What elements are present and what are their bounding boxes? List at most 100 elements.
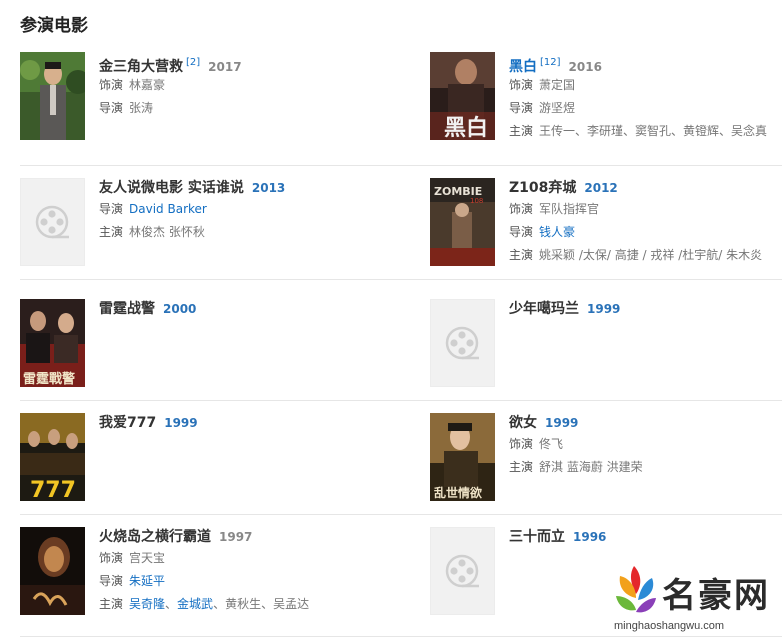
poster-text: 乱世情欲 [434, 485, 482, 500]
movie-item: 金三角大营救 [2] 2017 饰演 林嘉豪 导演 张涛 [20, 52, 380, 165]
citation-mark[interactable]: [2] [186, 57, 200, 68]
poster-text: 黑白 [444, 115, 488, 140]
movie-item: 雷霆戰警 雷霆战警 2000 [20, 287, 380, 400]
cast-line: 主演 林俊杰 张怀秋 [99, 221, 379, 244]
movie-item: 火烧岛之横行霸道 1997 饰演 宫天宝 导演 朱延平 主演 吴奇隆、金城武、黄秋生、吴… [20, 515, 380, 636]
cast-line: 主演 舒淇 蓝海蔚 洪建荣 [509, 456, 782, 479]
meta-value: 张涛 [129, 101, 154, 115]
movie-title[interactable]: 友人说微电影 实话谁说 [99, 180, 244, 196]
cast-link[interactable]: 吴奇隆 [129, 597, 165, 611]
cast-line: 主演 姚采颖 /太保/ 高捷 / 戎祥 /杜宇航/ 朱木炎 [509, 244, 782, 267]
role-line: 饰演 军队指挥官 [509, 198, 782, 221]
cast-link[interactable]: 金城武 [177, 597, 213, 611]
meta-label: 饰演 [99, 551, 124, 565]
movie-title[interactable]: 火烧岛之横行霸道 [99, 529, 211, 545]
director-line: 导演 钱人豪 [509, 221, 782, 244]
meta-value: 林俊杰 张怀秋 [129, 225, 205, 239]
cast-line: 主演 吴奇隆、金城武、黄秋生、吴孟达 [99, 593, 379, 616]
movie-item: 黑白 黑白 [12] 2016 饰演 萧定国 导演 游坚煜 主演 王传一、李研瑾、窦智孔、… [430, 52, 782, 165]
movie-year: 1999 [587, 302, 621, 316]
movie-title[interactable]: 欲女 [509, 415, 537, 431]
poster-placeholder[interactable] [430, 299, 495, 387]
meta-label: 主演 [99, 597, 124, 611]
meta-value: 佟飞 [539, 437, 564, 451]
role-line: 饰演 佟飞 [509, 433, 782, 456]
meta-value: 舒淇 蓝海蔚 洪建荣 [539, 460, 643, 474]
movie-title[interactable]: 少年噶玛兰 [509, 301, 579, 317]
meta-value: 姚采颖 /太保/ 高捷 / 戎祥 /杜宇航/ 朱木炎 [539, 248, 763, 262]
director-link[interactable]: 钱人豪 [539, 225, 575, 239]
meta-label: 导演 [509, 101, 534, 115]
movie-year: 2013 [251, 181, 286, 195]
movie-poster[interactable] [20, 52, 85, 140]
movie-item: 乱世情欲 欲女 1999 饰演 佟飞 主演 舒淇 蓝海蔚 洪建荣 [430, 401, 782, 514]
movie-item: ZOMBIE 108 Z108弃城 2012 饰演 军队指挥官 导演 钱人豪 主演 姚采… [430, 166, 782, 279]
site-watermark: 名豪网 minghaoshangwu.com [608, 562, 782, 639]
movie-year: 2016 [568, 60, 602, 74]
movie-year: 1999 [545, 416, 579, 430]
meta-label: 主演 [509, 124, 534, 138]
poster-placeholder[interactable] [20, 178, 85, 266]
director-link[interactable]: David Barker [129, 202, 207, 216]
director-line: 导演 David Barker [99, 198, 379, 221]
section-title: 参演电影 [20, 16, 88, 36]
meta-value: 游坚煜 [539, 101, 576, 115]
movie-row: 777 我爱777 1999 乱世情欲 欲女 1999 饰演 佟飞 主演舒淇 蓝… [20, 401, 782, 515]
movie-row: 友人说微电影 实话谁说 2013 导演 David Barker 主演 林俊杰 张怀秋… [20, 166, 782, 280]
poster-text: 777 [30, 478, 76, 501]
watermark-url: minghaoshangwu.com [614, 620, 725, 632]
poster-placeholder[interactable] [430, 527, 495, 615]
meta-label: 主演 [509, 248, 534, 262]
meta-value: 萧定国 [539, 78, 576, 92]
director-link[interactable]: 朱延平 [129, 574, 165, 588]
meta-value: 军队指挥官 [539, 202, 600, 216]
watermark-logo-icon [616, 566, 656, 613]
movie-item: 777 我爱777 1999 [20, 401, 380, 514]
movie-poster[interactable]: 777 [20, 413, 85, 501]
movie-title[interactable]: 三十而立 [509, 529, 565, 545]
poster-text: 108 [470, 197, 483, 205]
meta-label: 导演 [99, 574, 124, 588]
meta-label: 饰演 [99, 78, 124, 92]
film-reel-icon [35, 205, 69, 239]
movie-poster[interactable]: 黑白 [430, 52, 495, 140]
meta-label: 导演 [99, 202, 124, 216]
meta-label: 饰演 [509, 437, 534, 451]
film-reel-icon [445, 554, 479, 588]
movie-title[interactable]: 金三角大营救 [99, 59, 183, 75]
movie-row: 雷霆戰警 雷霆战警 2000 少年噶玛兰 1999 [20, 287, 782, 401]
director-line: 导演 朱延平 [99, 570, 379, 593]
movie-year: 2000 [163, 302, 197, 316]
meta-value: 王传一、李研瑾、窦智孔、黄镫辉、吴念真 [539, 124, 768, 138]
watermark-name: 名豪网 [662, 576, 770, 616]
citation-mark[interactable]: [12] [540, 57, 561, 68]
director-line: 导演 游坚煜 [509, 97, 782, 120]
movie-poster[interactable]: 雷霆戰警 [20, 299, 85, 387]
meta-value: 林嘉豪 [129, 78, 166, 92]
director-line: 导演 张涛 [99, 97, 379, 120]
cast-line: 主演 王传一、李研瑾、窦智孔、黄镫辉、吴念真 [509, 120, 782, 143]
movie-item: 少年噶玛兰 1999 [430, 287, 782, 400]
meta-label: 主演 [509, 460, 534, 474]
movie-poster[interactable]: 乱世情欲 [430, 413, 495, 501]
meta-label: 主演 [99, 225, 124, 239]
movie-row: 金三角大营救 [2] 2017 饰演 林嘉豪 导演 张涛 黑白 黑白 [12] 2016 饰… [20, 52, 782, 166]
meta-label: 导演 [99, 101, 124, 115]
meta-value: 、 [165, 597, 178, 611]
movie-year: 2017 [208, 60, 242, 74]
movie-year: 2012 [584, 181, 618, 195]
movie-title[interactable]: Z108弃城 [509, 180, 576, 196]
movie-year: 1999 [164, 416, 198, 430]
movie-poster[interactable] [20, 527, 85, 615]
meta-label: 饰演 [509, 202, 534, 216]
movie-item: 友人说微电影 实话谁说 2013 导演 David Barker 主演 林俊杰 张怀秋 [20, 166, 380, 279]
movie-title[interactable]: 黑白 [509, 59, 537, 75]
movie-title[interactable]: 我爱777 [99, 415, 156, 431]
film-reel-icon [445, 326, 479, 360]
movie-poster[interactable]: ZOMBIE 108 [430, 178, 495, 266]
meta-value: 宫天宝 [129, 551, 166, 565]
role-line: 饰演 宫天宝 [99, 547, 379, 570]
meta-value: 、黄秋生、吴孟达 [213, 597, 310, 611]
movie-title[interactable]: 雷霆战警 [99, 301, 155, 317]
meta-label: 导演 [509, 225, 534, 239]
